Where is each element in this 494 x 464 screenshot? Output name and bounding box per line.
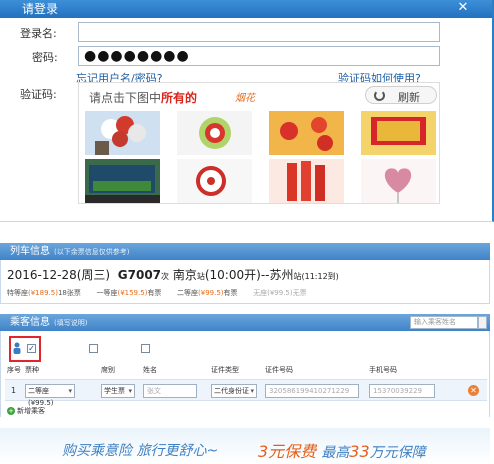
- banner-max: 最高: [321, 445, 350, 461]
- add-passenger-label: 新增乘客: [17, 407, 45, 415]
- passenger-checkbox-2[interactable]: [89, 344, 98, 353]
- passenger-checkbox-3[interactable]: [141, 344, 150, 353]
- seat-price: (¥189.5): [28, 289, 58, 297]
- captcha-instruction-highlight: 所有的: [161, 91, 198, 105]
- from-station: 南京: [172, 268, 197, 282]
- passenger-row: 1 二等座(¥99.5) 学生票 张文 二代身份证 32058619941027…: [5, 379, 487, 407]
- captcha-instruction-text: 请点击下图中: [89, 91, 162, 105]
- username-label: 登录名:: [20, 27, 57, 40]
- banner-right-text: 3元保费 最高33万元保障: [258, 438, 426, 462]
- col-phone: 手机号码: [369, 366, 397, 374]
- captcha-target-logo: 烟花: [235, 93, 255, 104]
- from-station-suffix: 站: [196, 272, 205, 281]
- banner-left-text: 购买乘意险 旅行更舒心~: [62, 443, 219, 459]
- train-info-panel: 2016-12-28(周三) G7007次 南京站(10:00开)--苏州站(1…: [0, 260, 490, 304]
- seat-item: 无座(¥99.5)无票: [253, 289, 307, 297]
- seat-name: 二等座: [177, 289, 199, 297]
- ticket-type-select[interactable]: 学生票: [101, 384, 135, 398]
- dialog-title-bar: 请登录 ✕: [0, 0, 492, 18]
- train-info-title: 列车信息: [10, 246, 50, 257]
- banner-premium: 3元保费: [258, 442, 317, 461]
- insurance-banner[interactable]: 购买乘意险 旅行更舒心~ 3元保费 最高33万元保障: [0, 428, 490, 464]
- captcha-panel: 请点击下图中所有的 烟花 刷新: [78, 82, 440, 204]
- passenger-table-header: 序号 票种 席别 姓名 证件类型 证件号码 手机号码: [5, 365, 487, 377]
- login-dialog: 请登录 ✕ 登录名: 密码: ●●●●●●●● 忘记用户名/密码? 验证码如何使…: [0, 0, 494, 222]
- seat-type-select[interactable]: 二等座(¥99.5): [25, 384, 75, 407]
- captcha-instruction: 请点击下图中所有的: [89, 89, 197, 106]
- captcha-tile-aquarium[interactable]: [85, 159, 160, 203]
- seat-name: 特等座: [7, 289, 28, 297]
- id-number-input[interactable]: 320586199410271229: [265, 384, 359, 398]
- col-name: 姓名: [143, 366, 157, 374]
- password-input[interactable]: ●●●●●●●●: [78, 46, 440, 66]
- seat-availability: 特等座(¥189.5)18张票 一等座(¥159.5)有票 二等座(¥99.5)…: [7, 288, 307, 298]
- username-input[interactable]: [78, 22, 440, 42]
- arrive-time: (11:12到): [301, 272, 339, 281]
- col-id-type: 证件类型: [211, 366, 239, 374]
- train-info-header: 列车信息 (以下余票信息仅供参考): [0, 243, 490, 260]
- col-seat-class: 席别: [101, 366, 115, 374]
- person-icon: [13, 342, 21, 354]
- captcha-tile-firecrackers[interactable]: [269, 159, 344, 203]
- captcha-tile-lanterns[interactable]: [269, 111, 344, 155]
- seat-price: (¥99.5): [198, 289, 224, 297]
- train-info-note: (以下余票信息仅供参考): [54, 248, 130, 256]
- captcha-tile-ring[interactable]: [177, 159, 252, 203]
- col-ticket-type-label: 票种: [25, 366, 39, 374]
- seat-price: (¥99.5): [267, 289, 293, 297]
- seat-status: 有票: [223, 289, 238, 297]
- to-station: 苏州: [269, 268, 294, 282]
- close-icon[interactable]: ✕: [456, 1, 470, 15]
- plus-icon: +: [7, 407, 15, 415]
- seat-name: 一等座: [96, 289, 118, 297]
- train-summary: 2016-12-28(周三) G7007次 南京站(10:00开)--苏州站(1…: [7, 266, 339, 283]
- row-index: 1: [11, 386, 17, 395]
- password-label: 密码:: [32, 51, 58, 64]
- seat-item: 特等座(¥189.5)18张票: [7, 289, 81, 297]
- passenger-name-input[interactable]: 张文: [143, 384, 197, 398]
- depart-time: (10:00开): [204, 268, 261, 282]
- id-type-select[interactable]: 二代身份证: [211, 384, 257, 398]
- to-station-suffix: 站: [293, 272, 302, 281]
- passenger-info-panel: ✓ 序号 票种 席别 姓名 证件类型 证件号码 手机号码 1 二等座(¥99.5…: [0, 331, 490, 417]
- refresh-icon: [374, 90, 385, 101]
- passenger-info-note[interactable]: (填写说明): [54, 319, 87, 327]
- seat-item: 一等座(¥159.5)有票: [96, 289, 161, 297]
- passenger-info-title: 乘客信息: [10, 317, 50, 328]
- refresh-label: 刷新: [398, 91, 420, 104]
- add-passenger-button[interactable]: + 新增乘客: [7, 406, 45, 416]
- captcha-tile-balloons[interactable]: [85, 111, 160, 155]
- banner-amount: 33: [349, 442, 370, 461]
- seat-item: 二等座(¥99.5)有票: [177, 289, 238, 297]
- dialog-title: 请登录: [22, 2, 59, 16]
- delete-passenger-icon[interactable]: ✕: [468, 385, 479, 396]
- seat-name: 无座: [253, 289, 268, 297]
- seat-status: 无票: [292, 289, 307, 297]
- passenger-info-header: 乘客信息 (填写说明) 输入乘客姓名: [0, 314, 490, 331]
- passenger-checkbox-1[interactable]: ✓: [27, 344, 36, 353]
- captcha-label: 验证码:: [20, 88, 57, 101]
- captcha-tile-heart-balloon[interactable]: [361, 159, 436, 203]
- seat-status: 有票: [147, 289, 162, 297]
- col-index: 序号: [7, 366, 21, 374]
- seat-status: 18张票: [57, 289, 81, 297]
- captcha-refresh-button[interactable]: 刷新: [365, 86, 437, 104]
- train-date: 2016-12-28: [7, 268, 77, 282]
- train-suffix: 次: [161, 272, 170, 281]
- phone-input[interactable]: 15370039229: [369, 384, 435, 398]
- col-id-number: 证件号码: [265, 366, 293, 374]
- train-number: G7007: [117, 268, 162, 282]
- captcha-tile-couplet[interactable]: [361, 111, 436, 155]
- passenger-search-input[interactable]: 输入乘客姓名: [410, 316, 478, 329]
- banner-coverage: 万元保障: [369, 445, 426, 461]
- train-weekday: (周三): [76, 268, 111, 282]
- seat-price: (¥159.5): [117, 289, 148, 297]
- captcha-tile-ornament[interactable]: [177, 111, 252, 155]
- search-icon[interactable]: [478, 316, 487, 329]
